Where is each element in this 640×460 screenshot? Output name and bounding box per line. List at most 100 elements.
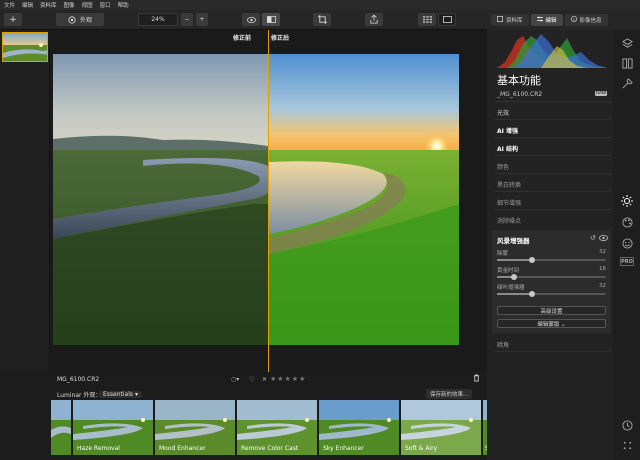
layers-icon[interactable] [620, 36, 634, 50]
save-look-button[interactable]: 保存新的效果... [426, 389, 473, 399]
looks-bar: Luminar 外观： Essentials ▾ 保存新的效果... [51, 388, 487, 400]
menu-help[interactable]: 帮助 [118, 1, 129, 9]
preset-name: Remove Color Cast [241, 445, 299, 452]
slider-fill [497, 259, 532, 261]
more-icon[interactable] [620, 438, 634, 452]
section-ai-enhance[interactable]: AI 增强 [497, 126, 518, 135]
tab-edit[interactable]: 编辑 [530, 14, 563, 26]
divider [495, 119, 611, 120]
section-color[interactable]: 颜色 [497, 162, 509, 171]
star-rating[interactable]: ★★★★★ [270, 375, 306, 383]
trash-icon[interactable] [473, 374, 480, 384]
grid-view-button[interactable] [418, 13, 436, 26]
preset-thumbnail[interactable] [51, 400, 71, 455]
plus-icon: + [9, 14, 17, 25]
dehaze-slider[interactable] [497, 257, 606, 263]
divider [495, 351, 611, 352]
advanced-settings-button[interactable]: 高级设置 [497, 306, 606, 315]
divider [495, 191, 611, 192]
menu-bar: 文件 编辑 资料库 图像 视图 窗口 帮助 [0, 0, 640, 10]
zoom-out-button[interactable]: − [181, 13, 193, 26]
menu-image[interactable]: 图像 [64, 1, 75, 9]
minus-icon: − [184, 16, 190, 23]
preset-thumbnail[interactable]: Soft & Airy [401, 400, 481, 455]
library-icon [497, 16, 503, 24]
preview-toggle-button[interactable] [242, 13, 260, 26]
image-canvas[interactable]: 修正前 修正后 [51, 30, 487, 374]
panel-tabs: 资料库 编辑 影像信息 [487, 10, 640, 30]
slider-knob[interactable] [529, 257, 535, 263]
divider [495, 173, 611, 174]
zoom-in-button[interactable]: + [196, 13, 208, 26]
compare-button[interactable] [262, 13, 280, 26]
section-denoise[interactable]: 消除噪点 [497, 216, 521, 225]
slider-knob[interactable] [511, 274, 517, 280]
crop-button[interactable] [313, 13, 331, 26]
tools-icon[interactable] [620, 76, 634, 90]
tab-info[interactable]: 影像信息 [564, 14, 608, 26]
divider [495, 137, 611, 138]
preset-thumbnail[interactable]: Remove Color Cast [237, 400, 317, 455]
add-button[interactable]: + [4, 13, 22, 26]
menu-edit[interactable]: 编辑 [22, 1, 33, 9]
golden-hour-slider[interactable] [497, 274, 606, 280]
preset-thumbnail[interactable]: Mood Enhancer [155, 400, 235, 455]
menu-window[interactable]: 窗口 [100, 1, 111, 9]
eye-icon[interactable] [599, 235, 608, 243]
single-image-icon [442, 16, 452, 23]
after-label: 修正后 [271, 35, 290, 42]
menu-library[interactable]: 资料库 [40, 1, 57, 9]
preset-thumbnail[interactable]: Haze Removal [73, 400, 153, 455]
panel-title: 基本功能 [497, 74, 541, 87]
slider-value: 32 [599, 283, 606, 289]
edit-mask-button[interactable]: 编辑蒙版 ⌄ [497, 319, 606, 328]
slider-label: 除雾 [497, 251, 509, 257]
tab-info-label: 影像信息 [579, 18, 602, 24]
panel-filename: _MG_6100.CR2 [497, 91, 543, 98]
adjust-icon[interactable] [620, 56, 634, 70]
foliage-enhancer-slider[interactable] [497, 291, 606, 297]
tool-sidebar: PRO [613, 30, 640, 460]
tab-edit-label: 编辑 [545, 18, 557, 24]
section-details[interactable]: 细节增强 [497, 198, 521, 207]
looks-label: 外观 [79, 17, 92, 24]
reset-icon[interactable]: ↺ [590, 234, 596, 242]
zoom-value: 24% [151, 16, 165, 23]
looks-category-value: Essentials [103, 390, 134, 398]
pro-icon[interactable]: PRO [620, 257, 634, 266]
raw-badge: RAW [595, 91, 608, 96]
palette-icon[interactable] [620, 215, 634, 229]
looks-category-select[interactable]: Essentials ▾ [99, 390, 142, 398]
history-icon[interactable] [620, 418, 634, 432]
reject-icon[interactable]: ✕ [262, 376, 267, 383]
compare-divider-handle[interactable] [268, 30, 269, 374]
section-vignette[interactable]: 暗角 [497, 340, 509, 349]
image-filename: MG_6100.CR2 [57, 375, 100, 383]
share-button[interactable] [365, 13, 383, 26]
flag-icon[interactable]: ○▾ [231, 376, 239, 383]
before-label: 修正前 [233, 35, 252, 42]
section-ai-structure[interactable]: AI 结构 [497, 144, 518, 153]
looks-button[interactable]: 外观 [56, 13, 104, 26]
divider [495, 155, 611, 156]
photo-preview [53, 54, 459, 375]
sun-icon[interactable] [620, 194, 634, 208]
preset-name: Haze Removal [77, 445, 120, 452]
tab-library[interactable]: 资料库 [491, 14, 529, 26]
slider-fill [497, 293, 532, 295]
menu-file[interactable]: 文件 [4, 1, 15, 9]
zoom-select[interactable]: 24% [138, 13, 178, 26]
preset-name: Mood Enhancer [159, 445, 206, 452]
edit-panel: 基本功能 _MG_6100.CR2 RAW 光效 AI 增强 AI 结构 颜色 … [487, 30, 613, 460]
preset-name: Soft & Airy [405, 445, 438, 452]
single-view-button[interactable] [438, 13, 456, 26]
section-light[interactable]: 光效 [497, 108, 509, 117]
slider-value: 16 [599, 266, 606, 272]
menu-view[interactable]: 视图 [82, 1, 93, 9]
face-icon[interactable] [620, 236, 634, 250]
preset-thumbnail[interactable]: Sky Enhancer [319, 400, 399, 455]
slider-knob[interactable] [529, 291, 535, 297]
filmstrip-thumbnail[interactable] [2, 32, 48, 62]
heart-icon[interactable]: ♡ [249, 376, 254, 383]
section-bw[interactable]: 黑白转换 [497, 180, 521, 189]
